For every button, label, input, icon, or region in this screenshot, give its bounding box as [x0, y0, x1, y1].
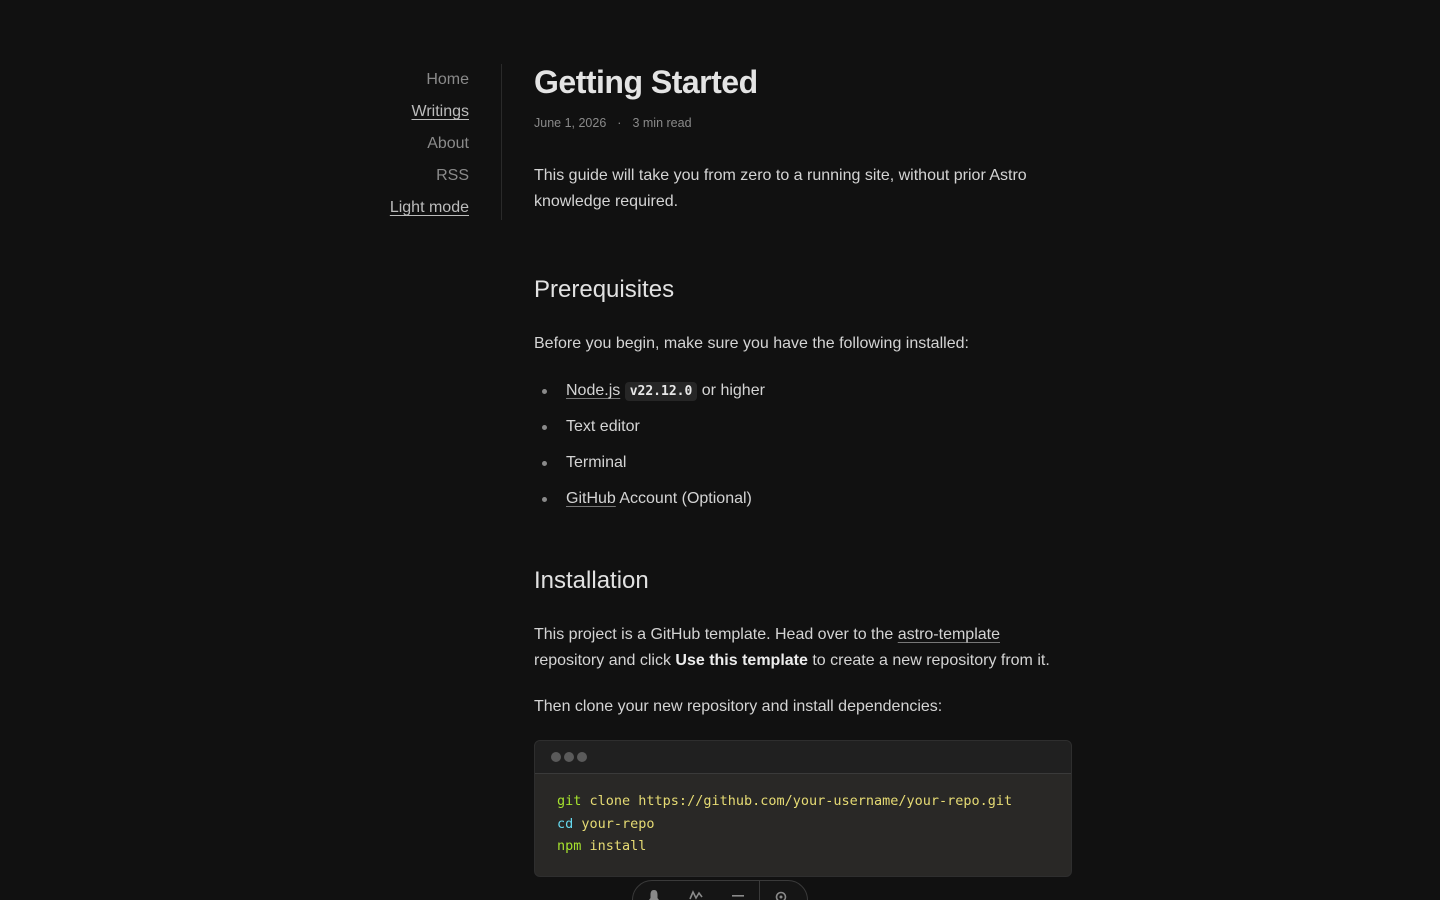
code-args: your-repo [581, 815, 655, 832]
wave-icon[interactable] [675, 889, 717, 900]
intro-paragraph: This guide will take you from zero to a … [534, 167, 1027, 210]
floating-toolbar [632, 880, 808, 900]
prerequisites-heading: Prerequisites [534, 276, 675, 303]
meta-separator: · [617, 116, 622, 130]
text-editor-item: Text editor [566, 418, 640, 435]
article-date: June 1, 2026 [534, 116, 607, 130]
article-meta: June 1, 2026 · 3 min read [534, 116, 1074, 130]
list-item: Text editor [534, 414, 1074, 450]
code-cmd: git [557, 793, 582, 809]
code-content: git clone https://github.com/your-userna… [535, 774, 1071, 876]
prerequisites-text: Before you begin, make sure you have the… [534, 335, 969, 352]
code-cmd: npm [557, 838, 582, 854]
installation-paragraph: This project is a GitHub template. Head … [534, 622, 1074, 674]
read-time: 3 min read [632, 116, 692, 130]
window-dot-icon [577, 752, 587, 762]
code-cmd: cd [557, 815, 574, 832]
theme-toggle-link[interactable]: Light mode [340, 192, 469, 224]
list-item: GitHub Account (Optional) [534, 486, 1074, 522]
gear-icon[interactable] [760, 889, 802, 900]
code-args: install [589, 838, 647, 854]
window-dot-icon [564, 752, 574, 762]
github-suffix: Account (Optional) [619, 490, 752, 507]
article: Getting Started June 1, 2026 · 3 min rea… [534, 60, 1074, 877]
code-block-header [535, 741, 1071, 774]
use-template-bold: Use this template [675, 652, 808, 669]
nav-rss-link[interactable]: RSS [340, 160, 469, 192]
prerequisites-list: Node.js v22.12.0 or higher Text editor T… [534, 378, 1074, 522]
code-args: clone https://github.com/your-username/y… [589, 793, 1013, 809]
installation-heading: Installation [534, 567, 649, 594]
nav-home-link[interactable]: Home [340, 64, 469, 96]
astro-template-link[interactable]: astro-template [898, 626, 1000, 643]
github-link[interactable]: GitHub [566, 490, 616, 507]
clone-paragraph: Then clone your new repository and insta… [534, 698, 943, 715]
node-version-code: v22.12.0 [624, 382, 698, 401]
page-title: Getting Started [534, 64, 758, 100]
install-text-3: to create a new repository from it. [812, 652, 1050, 669]
list-item: Node.js v22.12.0 or higher [534, 378, 1074, 414]
sidebar-nav: Home Writings About RSS Light mode [340, 64, 502, 220]
list-item: Terminal [534, 450, 1074, 486]
install-text-2: repository and click [534, 652, 671, 669]
install-text-1: This project is a GitHub template. Head … [534, 626, 894, 643]
menu-icon[interactable] [717, 889, 759, 900]
nodejs-link[interactable]: Node.js [566, 382, 620, 399]
bell-icon[interactable] [633, 889, 675, 900]
terminal-item: Terminal [566, 454, 627, 471]
nav-about-link[interactable]: About [340, 128, 469, 160]
code-block[interactable]: git clone https://github.com/your-userna… [534, 740, 1072, 877]
node-suffix: or higher [701, 382, 765, 399]
window-dot-icon [551, 752, 561, 762]
nav-writings-link[interactable]: Writings [340, 96, 470, 128]
